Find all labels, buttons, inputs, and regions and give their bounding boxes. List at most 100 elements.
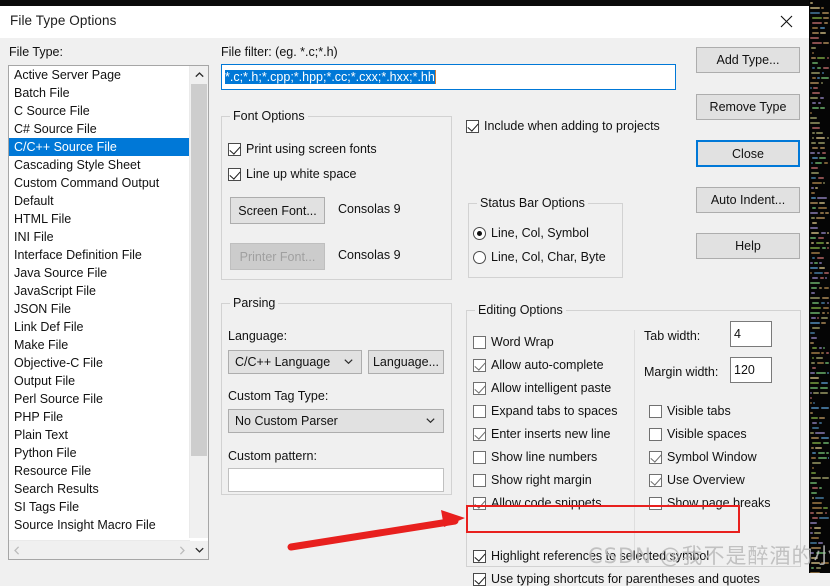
add-type-button[interactable]: Add Type... xyxy=(696,47,800,73)
checkbox-label: Visible tabs xyxy=(667,404,731,418)
list-item[interactable]: Default xyxy=(9,192,190,210)
close-button[interactable]: Close xyxy=(696,140,800,167)
list-item[interactable]: C/C++ Source File xyxy=(9,138,190,156)
list-item[interactable]: Resource File xyxy=(9,462,190,480)
custom-pattern-label: Custom pattern: xyxy=(228,449,317,463)
checkbox-visible-spaces[interactable]: Visible spaces xyxy=(649,427,747,441)
checkbox-box xyxy=(473,335,486,349)
checkbox-label: Visible spaces xyxy=(667,427,747,441)
checkbox-box xyxy=(473,450,486,464)
checkbox-expand-tabs-to-spaces[interactable]: Expand tabs to spaces xyxy=(473,404,617,418)
language-select[interactable]: C/C++ Language xyxy=(228,350,362,374)
list-item[interactable]: Search Results xyxy=(9,480,190,498)
printer-font-button-label: Printer Font... xyxy=(239,249,316,264)
printer-font-button[interactable]: Printer Font... xyxy=(230,243,325,270)
checkbox-allow-intelligent-paste[interactable]: Allow intelligent paste xyxy=(473,381,611,395)
checkbox-print-using-screen-fonts[interactable]: Print using screen fonts xyxy=(228,142,377,156)
radio-label: Line, Col, Symbol xyxy=(491,226,589,240)
list-item[interactable]: Plain Text xyxy=(9,426,190,444)
list-item[interactable]: Output File xyxy=(9,372,190,390)
remove-type-button[interactable]: Remove Type xyxy=(696,94,800,120)
chevron-down-icon[interactable] xyxy=(190,541,208,559)
list-item[interactable]: Objective-C File xyxy=(9,354,190,372)
list-item[interactable]: Link Def File xyxy=(9,318,190,336)
checkbox-symbol-window[interactable]: Symbol Window xyxy=(649,450,757,464)
listbox-horizontal-scrollbar[interactable] xyxy=(9,540,190,559)
list-item[interactable]: Custom Command Output xyxy=(9,174,190,192)
checkbox-use-typing-shortcuts[interactable]: Use typing shortcuts for parentheses and… xyxy=(473,572,760,586)
file-type-list-items[interactable]: Active Server Page Batch File C Source Fil… xyxy=(9,66,190,538)
list-item[interactable]: Java Source File xyxy=(9,264,190,282)
checkbox-box xyxy=(473,572,486,586)
help-button-label: Help xyxy=(735,239,761,253)
list-item[interactable]: Interface Definition File xyxy=(9,246,190,264)
list-item[interactable]: Python File xyxy=(9,444,190,462)
listbox-vertical-scrollbar[interactable] xyxy=(189,66,208,538)
tab-width-input[interactable]: 4 xyxy=(730,321,772,347)
radio-line-col-char-byte[interactable]: Line, Col, Char, Byte xyxy=(473,250,606,264)
list-item[interactable]: C# Source File xyxy=(9,120,190,138)
checkbox-label: Expand tabs to spaces xyxy=(491,404,618,418)
file-type-label: File Type: xyxy=(9,45,63,59)
checkbox-line-up-white-space[interactable]: Line up white space xyxy=(228,167,357,181)
checkbox-label: Print using screen fonts xyxy=(246,142,377,156)
chevron-up-icon[interactable] xyxy=(190,66,208,84)
list-item[interactable]: INI File xyxy=(9,228,190,246)
checkbox-label: Show line numbers xyxy=(491,450,598,464)
list-item[interactable]: C Source File xyxy=(9,102,190,120)
parsing-legend: Parsing xyxy=(230,296,279,310)
chevron-left-icon[interactable] xyxy=(9,541,25,559)
status-bar-options-legend: Status Bar Options xyxy=(477,196,588,210)
dialog-title-bar: File Type Options xyxy=(0,6,809,38)
tab-width-value: 4 xyxy=(734,327,741,341)
radio-line-col-symbol[interactable]: Line, Col, Symbol xyxy=(473,226,589,240)
list-item[interactable]: Active Server Page xyxy=(9,66,190,84)
list-item[interactable]: HTML File xyxy=(9,210,190,228)
language-button[interactable]: Language... xyxy=(368,350,444,374)
close-icon[interactable] xyxy=(764,6,809,37)
list-item[interactable]: Source Insight Macro File xyxy=(9,516,190,534)
auto-indent-button[interactable]: Auto Indent... xyxy=(696,187,800,213)
close-button-label: Close xyxy=(732,146,764,161)
radio-circle xyxy=(473,250,486,264)
margin-width-value: 120 xyxy=(734,363,755,377)
custom-pattern-input[interactable] xyxy=(228,468,444,492)
add-type-button-label: Add Type... xyxy=(716,53,780,67)
file-filter-label: File filter: (eg. *.c;*.h) xyxy=(221,45,338,59)
checkbox-box xyxy=(228,167,241,181)
checkbox-show-right-margin[interactable]: Show right margin xyxy=(473,473,592,487)
checkbox-label: Use Overview xyxy=(667,473,745,487)
checkbox-visible-tabs[interactable]: Visible tabs xyxy=(649,404,731,418)
custom-tag-type-label: Custom Tag Type: xyxy=(228,389,329,403)
checkbox-box xyxy=(473,381,486,395)
screen-font-button[interactable]: Screen Font... xyxy=(230,197,325,224)
checkbox-allow-auto-complete[interactable]: Allow auto-complete xyxy=(473,358,604,372)
background-code-editor-strip xyxy=(809,0,830,573)
checkbox-show-line-numbers[interactable]: Show line numbers xyxy=(473,450,597,464)
list-item[interactable]: Cascading Style Sheet xyxy=(9,156,190,174)
margin-width-input[interactable]: 120 xyxy=(730,357,772,383)
chevron-right-icon[interactable] xyxy=(174,541,190,559)
listbox-scroll-thumb[interactable] xyxy=(191,84,207,456)
help-button[interactable]: Help xyxy=(696,233,800,259)
list-item[interactable]: SI Tags File xyxy=(9,498,190,516)
checkbox-use-overview[interactable]: Use Overview xyxy=(649,473,745,487)
checkbox-box xyxy=(473,404,486,418)
checkbox-enter-inserts-new-line[interactable]: Enter inserts new line xyxy=(473,427,611,441)
list-item[interactable]: Batch File xyxy=(9,84,190,102)
file-type-listbox[interactable]: Active Server Page Batch File C Source Fil… xyxy=(8,65,209,560)
checkbox-label: Line up white space xyxy=(246,167,357,181)
checkbox-label: Symbol Window xyxy=(667,450,757,464)
list-item[interactable]: Make File xyxy=(9,336,190,354)
list-item[interactable]: JavaScript File xyxy=(9,282,190,300)
file-filter-input[interactable]: *.c;*.h;*.cpp;*.hpp;*.cc;*.cxx;*.hxx;*.h… xyxy=(221,64,676,90)
chevron-down-icon xyxy=(426,416,435,427)
list-item[interactable]: JSON File xyxy=(9,300,190,318)
checkbox-label: Allow auto-complete xyxy=(491,358,604,372)
checkbox-word-wrap[interactable]: Word Wrap xyxy=(473,335,554,349)
list-item[interactable]: Perl Source File xyxy=(9,390,190,408)
text-caret xyxy=(434,70,436,84)
custom-tag-type-select[interactable]: No Custom Parser xyxy=(228,409,444,433)
list-item[interactable]: PHP File xyxy=(9,408,190,426)
checkbox-include-when-adding-to-projects[interactable]: Include when adding to projects xyxy=(466,119,660,133)
